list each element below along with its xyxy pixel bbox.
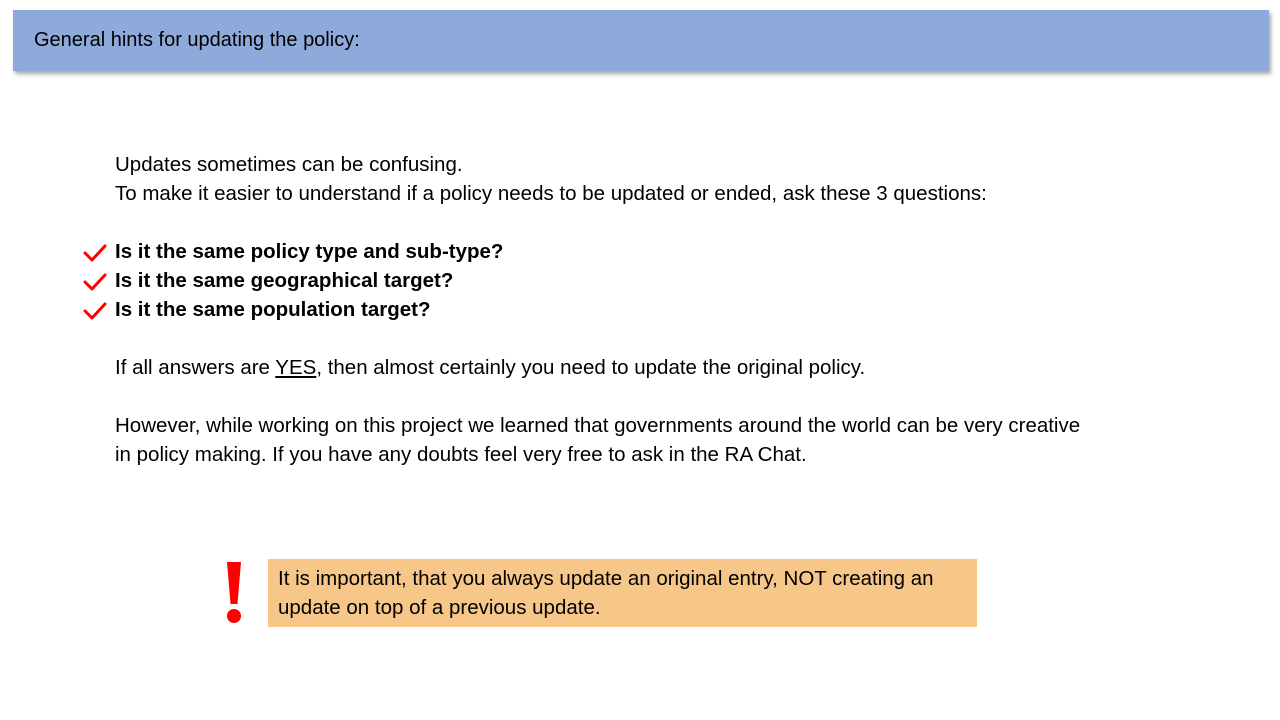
callout-text: It is important, that you always update … — [278, 567, 934, 619]
title-bar: General hints for updating the policy: — [13, 10, 1269, 71]
question-item: Is it the same geographical target? — [83, 266, 1215, 295]
slide-title: General hints for updating the policy: — [34, 29, 360, 51]
check-icon — [83, 302, 107, 320]
intro-line-2: To make it easier to understand if a pol… — [115, 182, 987, 205]
question-item: Is it the same population target? — [83, 295, 1215, 324]
question-text: Is it the same population target? — [115, 298, 431, 321]
important-callout: It is important, that you always update … — [268, 559, 977, 627]
answer-before: If all answers are — [115, 356, 276, 379]
intro-line-1: Updates sometimes can be confusing. — [115, 153, 463, 176]
answer-emphasis: YES — [275, 356, 317, 379]
exclamation-icon — [227, 562, 241, 623]
note-line-2: in policy making. If you have any doubts… — [115, 443, 807, 466]
note-line-1: However, while working on this project w… — [115, 414, 1081, 437]
question-text: Is it the same policy type and sub-type? — [115, 240, 504, 263]
question-text: Is it the same geographical target? — [115, 269, 454, 292]
question-item: Is it the same policy type and sub-type? — [83, 237, 1215, 266]
answer-after: , then almost certainly you need to upda… — [316, 356, 866, 379]
check-icon — [83, 273, 107, 291]
check-icon — [83, 244, 107, 262]
slide-content: Updates sometimes can be confusing. To m… — [83, 150, 1215, 469]
answer-line: If all answers are YES, then almost cert… — [115, 353, 1215, 382]
